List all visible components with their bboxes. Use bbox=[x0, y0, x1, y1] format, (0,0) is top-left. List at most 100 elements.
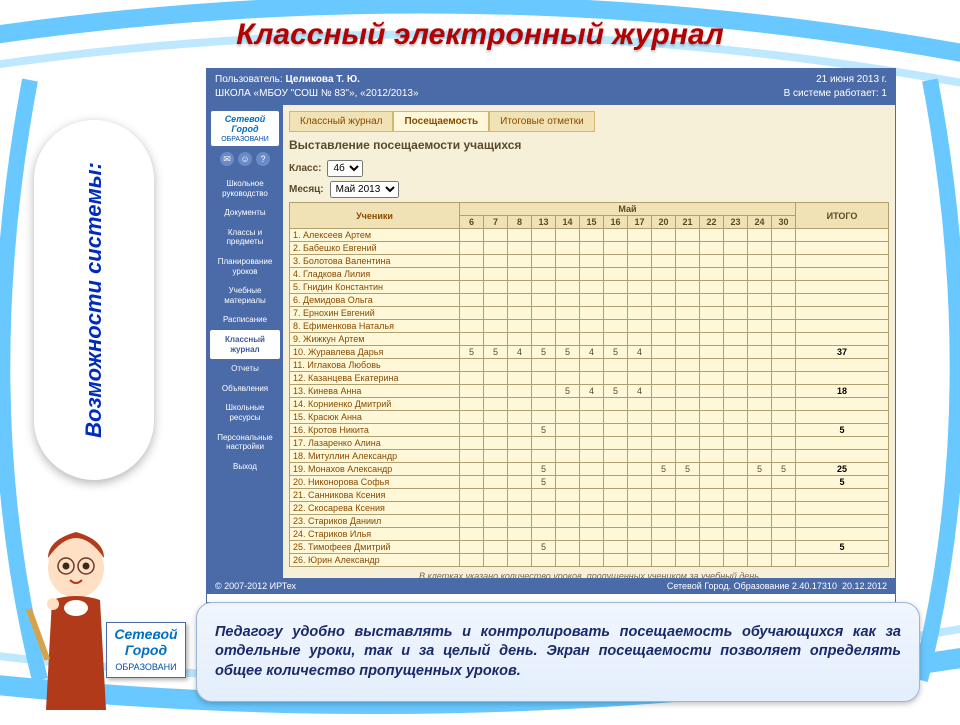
attendance-cell[interactable] bbox=[580, 463, 604, 476]
attendance-cell[interactable] bbox=[604, 528, 628, 541]
sidebar-item[interactable]: Объявления bbox=[207, 379, 283, 399]
attendance-cell[interactable] bbox=[484, 476, 508, 489]
attendance-cell[interactable] bbox=[460, 372, 484, 385]
attendance-cell[interactable]: 5 bbox=[484, 346, 508, 359]
attendance-cell[interactable] bbox=[676, 372, 700, 385]
attendance-cell[interactable]: 5 bbox=[652, 463, 676, 476]
attendance-cell[interactable]: 5 bbox=[556, 385, 580, 398]
attendance-cell[interactable] bbox=[772, 489, 796, 502]
attendance-cell[interactable] bbox=[748, 346, 772, 359]
attendance-cell[interactable] bbox=[460, 424, 484, 437]
attendance-cell[interactable] bbox=[508, 320, 532, 333]
attendance-cell[interactable] bbox=[604, 476, 628, 489]
attendance-cell[interactable] bbox=[460, 541, 484, 554]
attendance-cell[interactable] bbox=[652, 281, 676, 294]
sidebar-item[interactable]: Учебные материалы bbox=[207, 281, 283, 310]
attendance-cell[interactable] bbox=[604, 372, 628, 385]
attendance-cell[interactable] bbox=[772, 372, 796, 385]
attendance-cell[interactable] bbox=[772, 502, 796, 515]
attendance-cell[interactable] bbox=[724, 307, 748, 320]
attendance-cell[interactable] bbox=[700, 268, 724, 281]
attendance-cell[interactable] bbox=[580, 398, 604, 411]
attendance-cell[interactable] bbox=[604, 242, 628, 255]
attendance-cell[interactable] bbox=[580, 489, 604, 502]
attendance-cell[interactable] bbox=[772, 528, 796, 541]
attendance-cell[interactable] bbox=[460, 268, 484, 281]
attendance-cell[interactable] bbox=[508, 528, 532, 541]
attendance-cell[interactable] bbox=[748, 424, 772, 437]
attendance-cell[interactable] bbox=[460, 229, 484, 242]
attendance-cell[interactable] bbox=[700, 372, 724, 385]
attendance-cell[interactable] bbox=[700, 476, 724, 489]
attendance-cell[interactable] bbox=[748, 320, 772, 333]
attendance-cell[interactable]: 5 bbox=[532, 541, 556, 554]
attendance-cell[interactable] bbox=[676, 541, 700, 554]
attendance-cell[interactable] bbox=[724, 320, 748, 333]
attendance-cell[interactable] bbox=[556, 255, 580, 268]
attendance-cell[interactable] bbox=[508, 450, 532, 463]
attendance-cell[interactable] bbox=[556, 320, 580, 333]
attendance-cell[interactable] bbox=[748, 450, 772, 463]
attendance-cell[interactable] bbox=[676, 411, 700, 424]
attendance-cell[interactable] bbox=[604, 268, 628, 281]
attendance-cell[interactable] bbox=[580, 424, 604, 437]
attendance-cell[interactable] bbox=[724, 398, 748, 411]
attendance-cell[interactable] bbox=[748, 229, 772, 242]
attendance-cell[interactable] bbox=[508, 463, 532, 476]
attendance-cell[interactable] bbox=[508, 411, 532, 424]
attendance-cell[interactable]: 5 bbox=[460, 346, 484, 359]
attendance-cell[interactable] bbox=[580, 515, 604, 528]
attendance-cell[interactable] bbox=[628, 307, 652, 320]
attendance-cell[interactable] bbox=[652, 268, 676, 281]
attendance-cell[interactable] bbox=[772, 346, 796, 359]
attendance-cell[interactable] bbox=[580, 294, 604, 307]
attendance-cell[interactable] bbox=[724, 424, 748, 437]
attendance-cell[interactable] bbox=[700, 242, 724, 255]
attendance-cell[interactable] bbox=[580, 281, 604, 294]
attendance-cell[interactable] bbox=[460, 294, 484, 307]
attendance-cell[interactable] bbox=[628, 463, 652, 476]
attendance-cell[interactable] bbox=[724, 476, 748, 489]
attendance-cell[interactable] bbox=[772, 398, 796, 411]
attendance-cell[interactable] bbox=[652, 333, 676, 346]
attendance-cell[interactable] bbox=[532, 294, 556, 307]
attendance-cell[interactable]: 4 bbox=[580, 346, 604, 359]
attendance-cell[interactable] bbox=[508, 255, 532, 268]
attendance-cell[interactable] bbox=[676, 489, 700, 502]
attendance-cell[interactable] bbox=[700, 333, 724, 346]
attendance-cell[interactable] bbox=[460, 437, 484, 450]
attendance-cell[interactable] bbox=[460, 554, 484, 567]
attendance-cell[interactable] bbox=[724, 333, 748, 346]
attendance-cell[interactable] bbox=[748, 411, 772, 424]
attendance-cell[interactable] bbox=[580, 450, 604, 463]
attendance-cell[interactable] bbox=[748, 359, 772, 372]
attendance-cell[interactable] bbox=[604, 307, 628, 320]
attendance-cell[interactable] bbox=[748, 437, 772, 450]
attendance-cell[interactable] bbox=[460, 411, 484, 424]
attendance-cell[interactable] bbox=[556, 476, 580, 489]
attendance-cell[interactable]: 4 bbox=[628, 385, 652, 398]
attendance-cell[interactable] bbox=[652, 541, 676, 554]
attendance-cell[interactable] bbox=[484, 294, 508, 307]
tab[interactable]: Посещаемость bbox=[393, 111, 489, 132]
attendance-cell[interactable] bbox=[628, 398, 652, 411]
attendance-cell[interactable] bbox=[460, 476, 484, 489]
attendance-cell[interactable] bbox=[532, 489, 556, 502]
attendance-cell[interactable] bbox=[724, 411, 748, 424]
attendance-cell[interactable] bbox=[628, 502, 652, 515]
attendance-cell[interactable] bbox=[460, 463, 484, 476]
attendance-cell[interactable]: 4 bbox=[580, 385, 604, 398]
attendance-cell[interactable] bbox=[556, 528, 580, 541]
attendance-cell[interactable] bbox=[628, 320, 652, 333]
attendance-cell[interactable] bbox=[748, 255, 772, 268]
attendance-cell[interactable] bbox=[628, 372, 652, 385]
attendance-cell[interactable] bbox=[484, 554, 508, 567]
attendance-cell[interactable] bbox=[652, 476, 676, 489]
attendance-cell[interactable]: 5 bbox=[556, 346, 580, 359]
attendance-cell[interactable] bbox=[676, 333, 700, 346]
attendance-cell[interactable] bbox=[556, 489, 580, 502]
attendance-cell[interactable] bbox=[532, 255, 556, 268]
attendance-cell[interactable] bbox=[556, 333, 580, 346]
attendance-cell[interactable] bbox=[484, 320, 508, 333]
attendance-cell[interactable] bbox=[532, 437, 556, 450]
